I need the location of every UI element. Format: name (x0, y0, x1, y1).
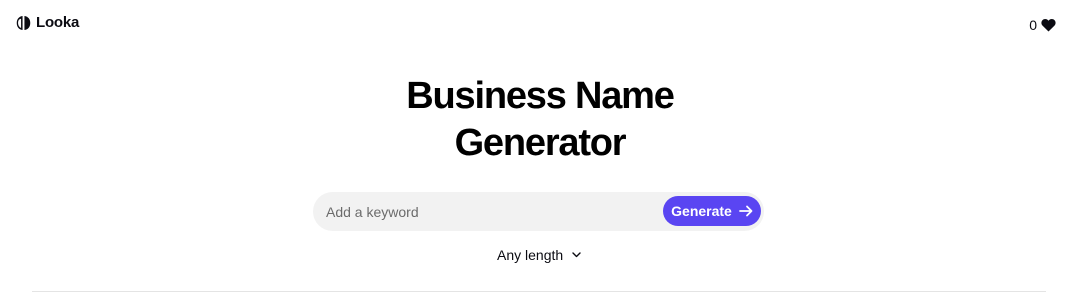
length-select[interactable]: Any length (497, 246, 581, 264)
divider (32, 291, 1046, 292)
generate-button[interactable]: Generate (663, 196, 761, 226)
page: Looka 0 Business Name Generator Generate… (0, 0, 1080, 293)
favorites-button[interactable]: 0 (1029, 16, 1056, 34)
arrow-right-icon (738, 205, 753, 217)
chevron-down-icon (572, 252, 581, 258)
generate-button-label: Generate (671, 203, 732, 219)
page-title: Business Name Generator (0, 73, 1080, 167)
heart-icon (1041, 18, 1056, 32)
looka-logo-icon (16, 15, 31, 31)
logo-link[interactable]: Looka (16, 14, 79, 32)
keyword-input[interactable] (313, 192, 658, 231)
length-select-value: Any length (497, 247, 564, 263)
page-title-line-1: Business Name (406, 75, 675, 117)
logo-text: Looka (36, 14, 80, 31)
favorites-count: 0 (1029, 17, 1037, 33)
page-title-line-2: Generator (454, 122, 627, 164)
search-bar: Generate (313, 192, 764, 231)
